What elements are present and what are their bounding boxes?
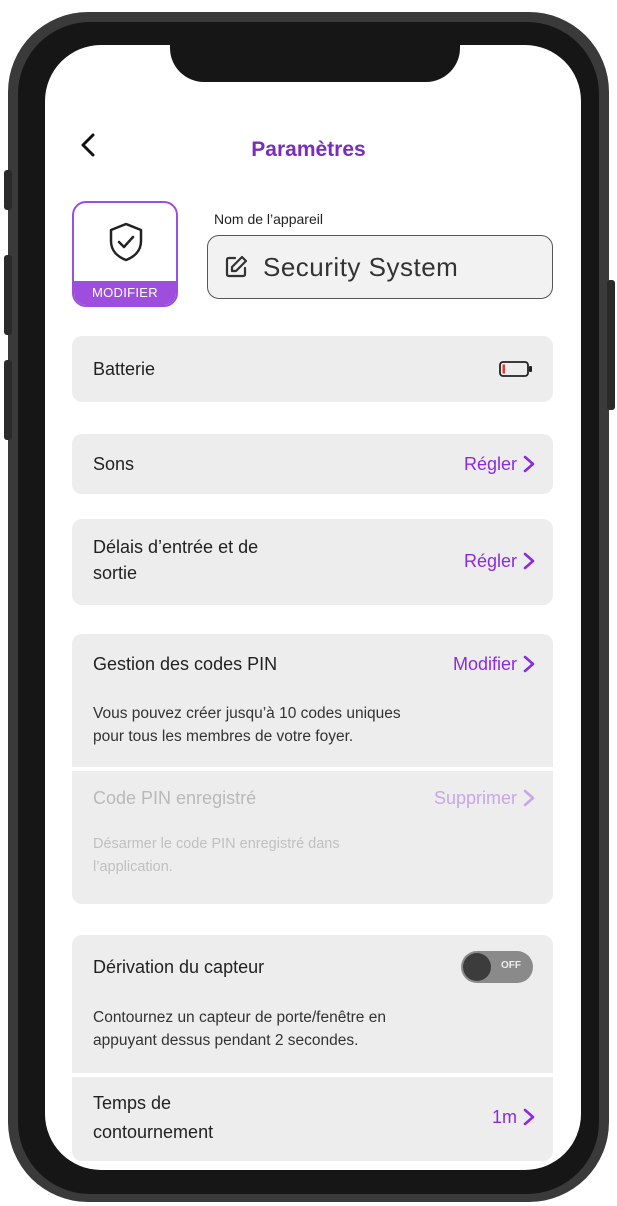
toggle-knob [463, 953, 491, 981]
delays-label-line1: Délais d’entrée et de [93, 537, 259, 557]
device-icon-button[interactable]: MODIFIER [72, 201, 178, 307]
divider [72, 767, 553, 771]
bypass-time-label-line1: Temps de [93, 1093, 172, 1113]
toggle-state-text: OFF [501, 960, 521, 971]
pin-management-card: Gestion des codes PIN Modifier Vous pouv… [72, 634, 553, 904]
delays-row[interactable]: Délais d’entrée et de sortie Régler [72, 519, 553, 605]
bypass-time-label-line2: contournement [93, 1122, 214, 1142]
delays-adjust-link[interactable]: Régler [464, 551, 517, 572]
chevron-right-icon [523, 455, 535, 473]
phone-side-button [607, 280, 615, 410]
pin-management-desc-line1: Vous pouvez créer jusqu’à 10 codes uniqu… [93, 705, 401, 722]
chevron-right-icon [523, 655, 535, 673]
chevron-right-icon [523, 552, 535, 570]
chevron-right-icon [523, 1108, 535, 1126]
sensor-bypass-label: Dérivation du capteur [93, 957, 265, 977]
saved-pin-desc-line1: Désarmer le code PIN enregistré dans [93, 836, 340, 852]
chevron-right-icon [523, 789, 535, 807]
phone-side-button [4, 360, 12, 440]
device-name-value: Security System [263, 252, 459, 282]
sensor-bypass-toggle[interactable]: OFF [461, 951, 533, 983]
page-title: Paramètres [251, 138, 366, 161]
pin-modify-link[interactable]: Modifier [453, 654, 517, 675]
divider [72, 1073, 553, 1077]
shield-check-icon [109, 222, 143, 262]
battery-label: Batterie [93, 359, 156, 379]
phone-side-button [4, 255, 12, 335]
device-name-label: Nom de l’appareil [214, 211, 323, 227]
battery-low-icon [499, 361, 532, 377]
sensor-bypass-card: Dérivation du capteur OFF Contournez un … [72, 935, 553, 1161]
pin-management-label: Gestion des codes PIN [93, 654, 278, 674]
phone-side-button [4, 170, 12, 210]
sounds-label: Sons [93, 454, 135, 474]
device-name-field[interactable]: Security System [207, 235, 553, 299]
saved-pin-desc-line2: l’application. [93, 859, 173, 875]
sounds-adjust-link[interactable]: Régler [464, 454, 517, 475]
pin-management-desc-line2: pour tous les membres de votre foyer. [93, 728, 354, 745]
bypass-time-value[interactable]: 1m [492, 1107, 517, 1128]
delays-label-line2: sortie [93, 563, 138, 583]
battery-card: Batterie [72, 336, 553, 402]
saved-pin-delete-link[interactable]: Supprimer [434, 788, 517, 809]
sounds-row[interactable]: Sons Régler [72, 434, 553, 494]
modify-badge[interactable]: MODIFIER [74, 281, 176, 305]
saved-pin-label: Code PIN enregistré [93, 788, 257, 808]
sensor-bypass-desc-line2: appuyant dessus pendant 2 secondes. [93, 1032, 359, 1049]
sensor-bypass-desc-line1: Contournez un capteur de porte/fenêtre e… [93, 1009, 386, 1026]
phone-notch [170, 40, 460, 82]
edit-icon [225, 255, 248, 278]
